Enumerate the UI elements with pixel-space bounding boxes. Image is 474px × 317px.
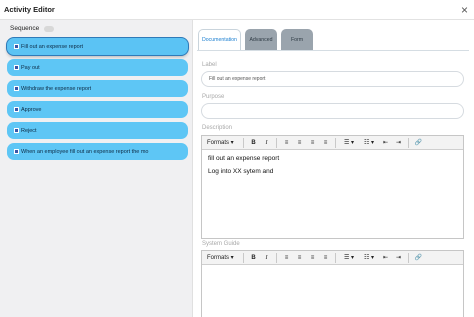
step-label: Fill out an expense report (21, 43, 84, 50)
formats-dropdown[interactable]: Formats ▾ (207, 138, 240, 148)
step-icon (14, 107, 19, 112)
system-guide-editor: Formats ▾ B I ≡ ≡ ≡ ≡ ☰ ▾ ☷ ▾ ⇤ ⇥ 🔗 (201, 250, 464, 317)
toolbar-divider (408, 252, 409, 263)
align-center-icon[interactable]: ≡ (293, 138, 306, 148)
indent-icon[interactable]: ⇥ (392, 253, 405, 263)
window-title: Activity Editor (4, 5, 55, 14)
label-input[interactable]: Fill out an expense report (201, 71, 464, 87)
step-list: Fill out an expense report Pay out Withd… (7, 38, 188, 164)
sequence-label: Sequence (10, 25, 40, 32)
bold-icon[interactable]: B (247, 138, 260, 148)
numbered-list-icon[interactable]: ☷ ▾ (359, 253, 379, 263)
outdent-icon[interactable]: ⇤ (379, 253, 392, 263)
step-item-employee-fill-out[interactable]: When an employee fill out an expense rep… (7, 143, 188, 160)
link-icon[interactable]: 🔗 (412, 138, 425, 148)
outdent-icon[interactable]: ⇤ (379, 138, 392, 148)
link-icon[interactable]: 🔗 (412, 253, 425, 263)
sequence-panel: Sequence Fill out an expense report Pay … (0, 20, 193, 317)
tab-divider (197, 50, 469, 51)
step-item-approve[interactable]: Approve (7, 101, 188, 118)
numbered-list-icon[interactable]: ☷ ▾ (359, 138, 379, 148)
activity-editor-window: Activity Editor × Sequence Fill out an e… (0, 0, 474, 317)
step-label: When an employee fill out an expense rep… (21, 148, 149, 155)
formats-dropdown[interactable]: Formats ▾ (207, 253, 240, 263)
bullet-list-icon[interactable]: ☰ ▾ (339, 253, 359, 263)
align-right-icon[interactable]: ≡ (306, 253, 319, 263)
toolbar-divider (276, 137, 277, 148)
title-bar: Activity Editor × (0, 0, 474, 20)
system-guide-text-area[interactable] (202, 265, 463, 275)
toolbar-divider (335, 137, 336, 148)
purpose-input[interactable] (201, 103, 464, 119)
toolbar-divider (243, 252, 244, 263)
editor-toolbar: Formats ▾ B I ≡ ≡ ≡ ≡ ☰ ▾ ☷ ▾ ⇤ ⇥ 🔗 (202, 136, 463, 150)
close-icon[interactable]: × (461, 4, 468, 16)
tab-documentation[interactable]: Documentation (198, 29, 241, 50)
editor-toolbar: Formats ▾ B I ≡ ≡ ≡ ≡ ☰ ▾ ☷ ▾ ⇤ ⇥ 🔗 (202, 251, 463, 265)
system-guide-caption: System Guide (202, 241, 240, 247)
toolbar-divider (335, 252, 336, 263)
description-editor: Formats ▾ B I ≡ ≡ ≡ ≡ ☰ ▾ ☷ ▾ ⇤ ⇥ 🔗 fill… (201, 135, 464, 239)
italic-icon[interactable]: I (260, 138, 273, 148)
purpose-caption: Purpose (202, 94, 225, 100)
step-item-fill-out-expense-report[interactable]: Fill out an expense report (7, 38, 188, 55)
tab-form[interactable]: Form (281, 29, 313, 50)
indent-icon[interactable]: ⇥ (392, 138, 405, 148)
bold-icon[interactable]: B (247, 253, 260, 263)
align-left-icon[interactable]: ≡ (280, 138, 293, 148)
align-center-icon[interactable]: ≡ (293, 253, 306, 263)
step-item-pay-out[interactable]: Pay out (7, 59, 188, 76)
align-justify-icon[interactable]: ≡ (319, 253, 332, 263)
label-input-value: Fill out an expense report (209, 76, 266, 82)
label-caption: Label (202, 62, 217, 68)
description-text-area[interactable]: fill out an expense report Log into XX s… (202, 150, 463, 186)
step-icon (14, 44, 19, 49)
step-label: Reject (21, 127, 37, 134)
description-caption: Description (202, 125, 233, 131)
toolbar-divider (243, 137, 244, 148)
step-item-reject[interactable]: Reject (7, 122, 188, 139)
step-icon (14, 86, 19, 91)
align-right-icon[interactable]: ≡ (306, 138, 319, 148)
sequence-toggle[interactable] (44, 25, 55, 32)
detail-panel: Documentation Advanced Form Label Fill o… (197, 20, 474, 317)
align-justify-icon[interactable]: ≡ (319, 138, 332, 148)
step-label: Approve (21, 106, 42, 113)
sequence-header: Sequence (10, 25, 55, 32)
step-icon (14, 65, 19, 70)
step-icon (14, 128, 19, 133)
bullet-list-icon[interactable]: ☰ ▾ (339, 138, 359, 148)
toolbar-divider (408, 137, 409, 148)
align-left-icon[interactable]: ≡ (280, 253, 293, 263)
tab-advanced[interactable]: Advanced (245, 29, 277, 50)
step-icon (14, 149, 19, 154)
description-line: Log into XX sytem and (208, 168, 274, 175)
toolbar-divider (276, 252, 277, 263)
step-label: Pay out (21, 64, 40, 71)
description-line: fill out an expense report (208, 155, 280, 162)
step-label: Withdraw the expense report (21, 85, 92, 92)
italic-icon[interactable]: I (260, 253, 273, 263)
step-item-withdraw-expense-report[interactable]: Withdraw the expense report (7, 80, 188, 97)
tab-bar: Documentation Advanced Form (198, 29, 313, 51)
